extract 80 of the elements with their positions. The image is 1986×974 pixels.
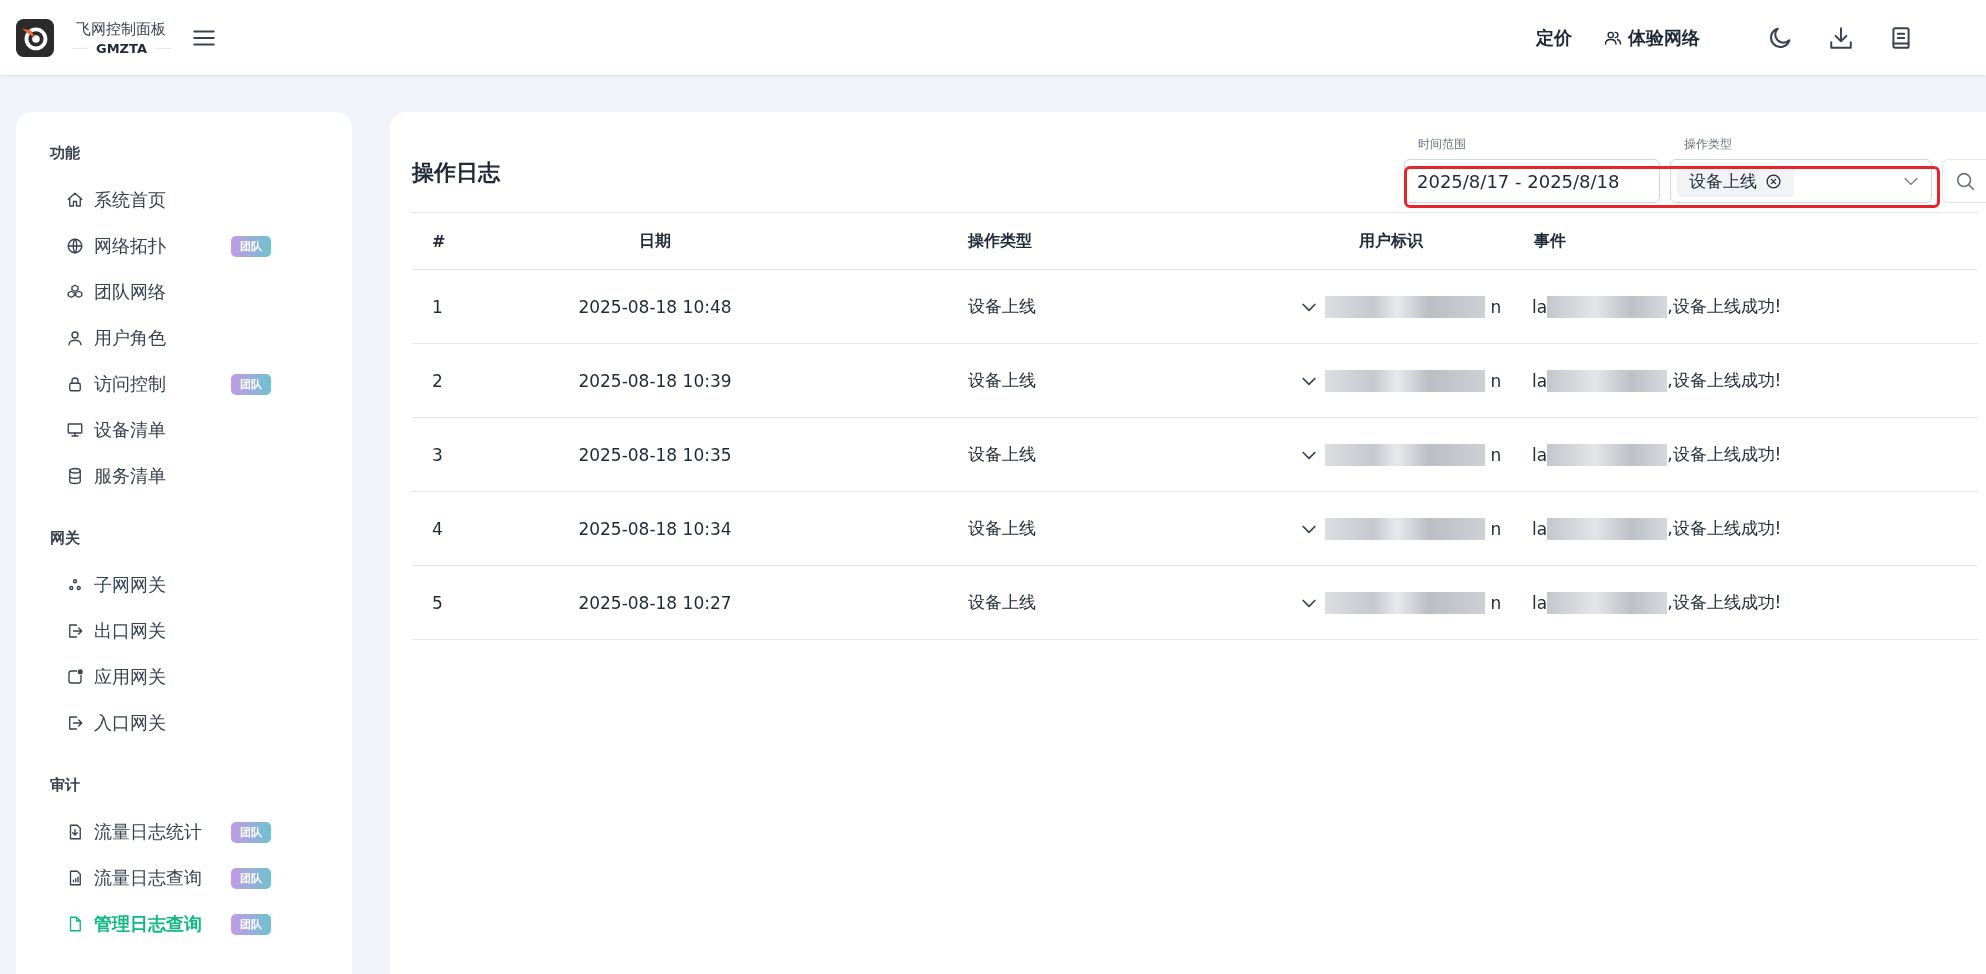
table-cell: 2025-08-18 10:48 [578,296,732,317]
sidebar-group-label: 审计 [50,776,81,795]
page-title: 操作日志 [412,159,500,187]
sidebar-item[interactable]: 流量日志查询 [94,866,221,890]
table-cell: ,设备上线成功! [1667,591,1782,614]
team-badge: 团队 [231,913,271,935]
clear-icon [1765,172,1782,190]
sidebar-item[interactable]: 应用网关 [94,665,221,689]
sidebar-item[interactable]: 系统首页 [94,188,221,212]
column-header: 操作类型 [968,230,1032,252]
sidebar-item[interactable]: 访问控制 [94,372,221,396]
header-link[interactable]: 定价 [1536,25,1572,50]
table-cell: 设备上线 [968,591,1036,614]
column-header: 事件 [1534,230,1566,252]
table-cell: n [1490,444,1502,465]
table-cell: 1 [432,296,443,317]
team-badge: 团队 [231,373,271,395]
table-cell: 2025-08-18 10:35 [578,444,732,465]
sidebar-item[interactable]: 出口网关 [94,619,221,643]
operation-type-select[interactable]: 设备上线 [1670,159,1932,203]
table-cell: 2 [432,370,443,391]
app-title: 飞网控制面板 [76,19,167,39]
download-button[interactable] [1828,24,1854,51]
table-cell: 设备上线 [968,295,1036,318]
table-cell: ,设备上线成功! [1667,369,1782,392]
team-badge: 团队 [231,235,271,257]
user-icon [66,329,84,347]
enter-icon [66,714,84,732]
table-cell: 2025-08-18 10:39 [578,370,732,391]
sidebar-item[interactable]: 服务清单 [94,464,221,488]
table-cell: la [1532,592,1548,613]
app-subtitle: GMZTA [72,40,171,56]
header-link[interactable]: 体验网络 [1604,25,1700,50]
app-icon [66,668,84,686]
table-cell: la [1532,444,1548,465]
cubes-icon [66,283,84,301]
table-cell: la [1532,296,1548,317]
database-icon [66,467,84,485]
table-cell: ,设备上线成功! [1667,517,1782,540]
sidebar-item[interactable]: 网络拓扑 [94,234,221,258]
team-badge: 团队 [231,821,271,843]
table-cell: 设备上线 [968,369,1036,392]
field-label: 时间范围 [1418,136,1467,153]
table-cell: n [1490,518,1502,539]
sidebar-item[interactable]: 用户角色 [94,326,221,350]
search-button[interactable] [1942,159,1986,203]
table-cell: 2025-08-18 10:27 [578,592,732,613]
sidebar-group-label: 网关 [50,529,81,548]
sidebar-group-label: 功能 [50,144,81,163]
exit-icon [66,622,84,640]
sidebar-item[interactable]: 设备清单 [94,418,221,442]
table-cell: ,设备上线成功! [1667,295,1782,318]
date-range-field[interactable]: 2025/8/17 - 2025/8/18 [1404,159,1660,203]
logo-icon [16,18,54,57]
home-icon [66,191,84,209]
column-header: # [432,231,446,251]
table-cell: 设备上线 [968,443,1036,466]
column-header: 日期 [639,230,671,252]
sidebar-item[interactable]: 流量日志统计 [94,820,221,844]
globe-icon [66,237,84,255]
table-cell: n [1490,592,1502,613]
table-cell: 5 [432,592,443,613]
download-icon [1828,24,1854,51]
column-header: 用户标识 [1359,230,1423,252]
table-cell: 3 [432,444,443,465]
table-cell: ,设备上线成功! [1667,443,1782,466]
field-label: 操作类型 [1684,136,1733,153]
table-cell: n [1490,296,1502,317]
sidebar-item[interactable]: 入口网关 [94,711,221,735]
table-cell: 设备上线 [968,517,1036,540]
table-cell: 4 [432,518,443,539]
team-badge: 团队 [231,867,271,889]
lock-icon [66,375,84,393]
sidebar-item[interactable]: 团队网络 [94,280,221,304]
table-cell: la [1532,518,1548,539]
sidebar-item[interactable]: 子网网关 [94,573,221,597]
table-cell: 2025-08-18 10:34 [578,518,732,539]
table-cell: la [1532,370,1548,391]
monitor-icon [66,421,84,439]
table-cell: n [1490,370,1502,391]
